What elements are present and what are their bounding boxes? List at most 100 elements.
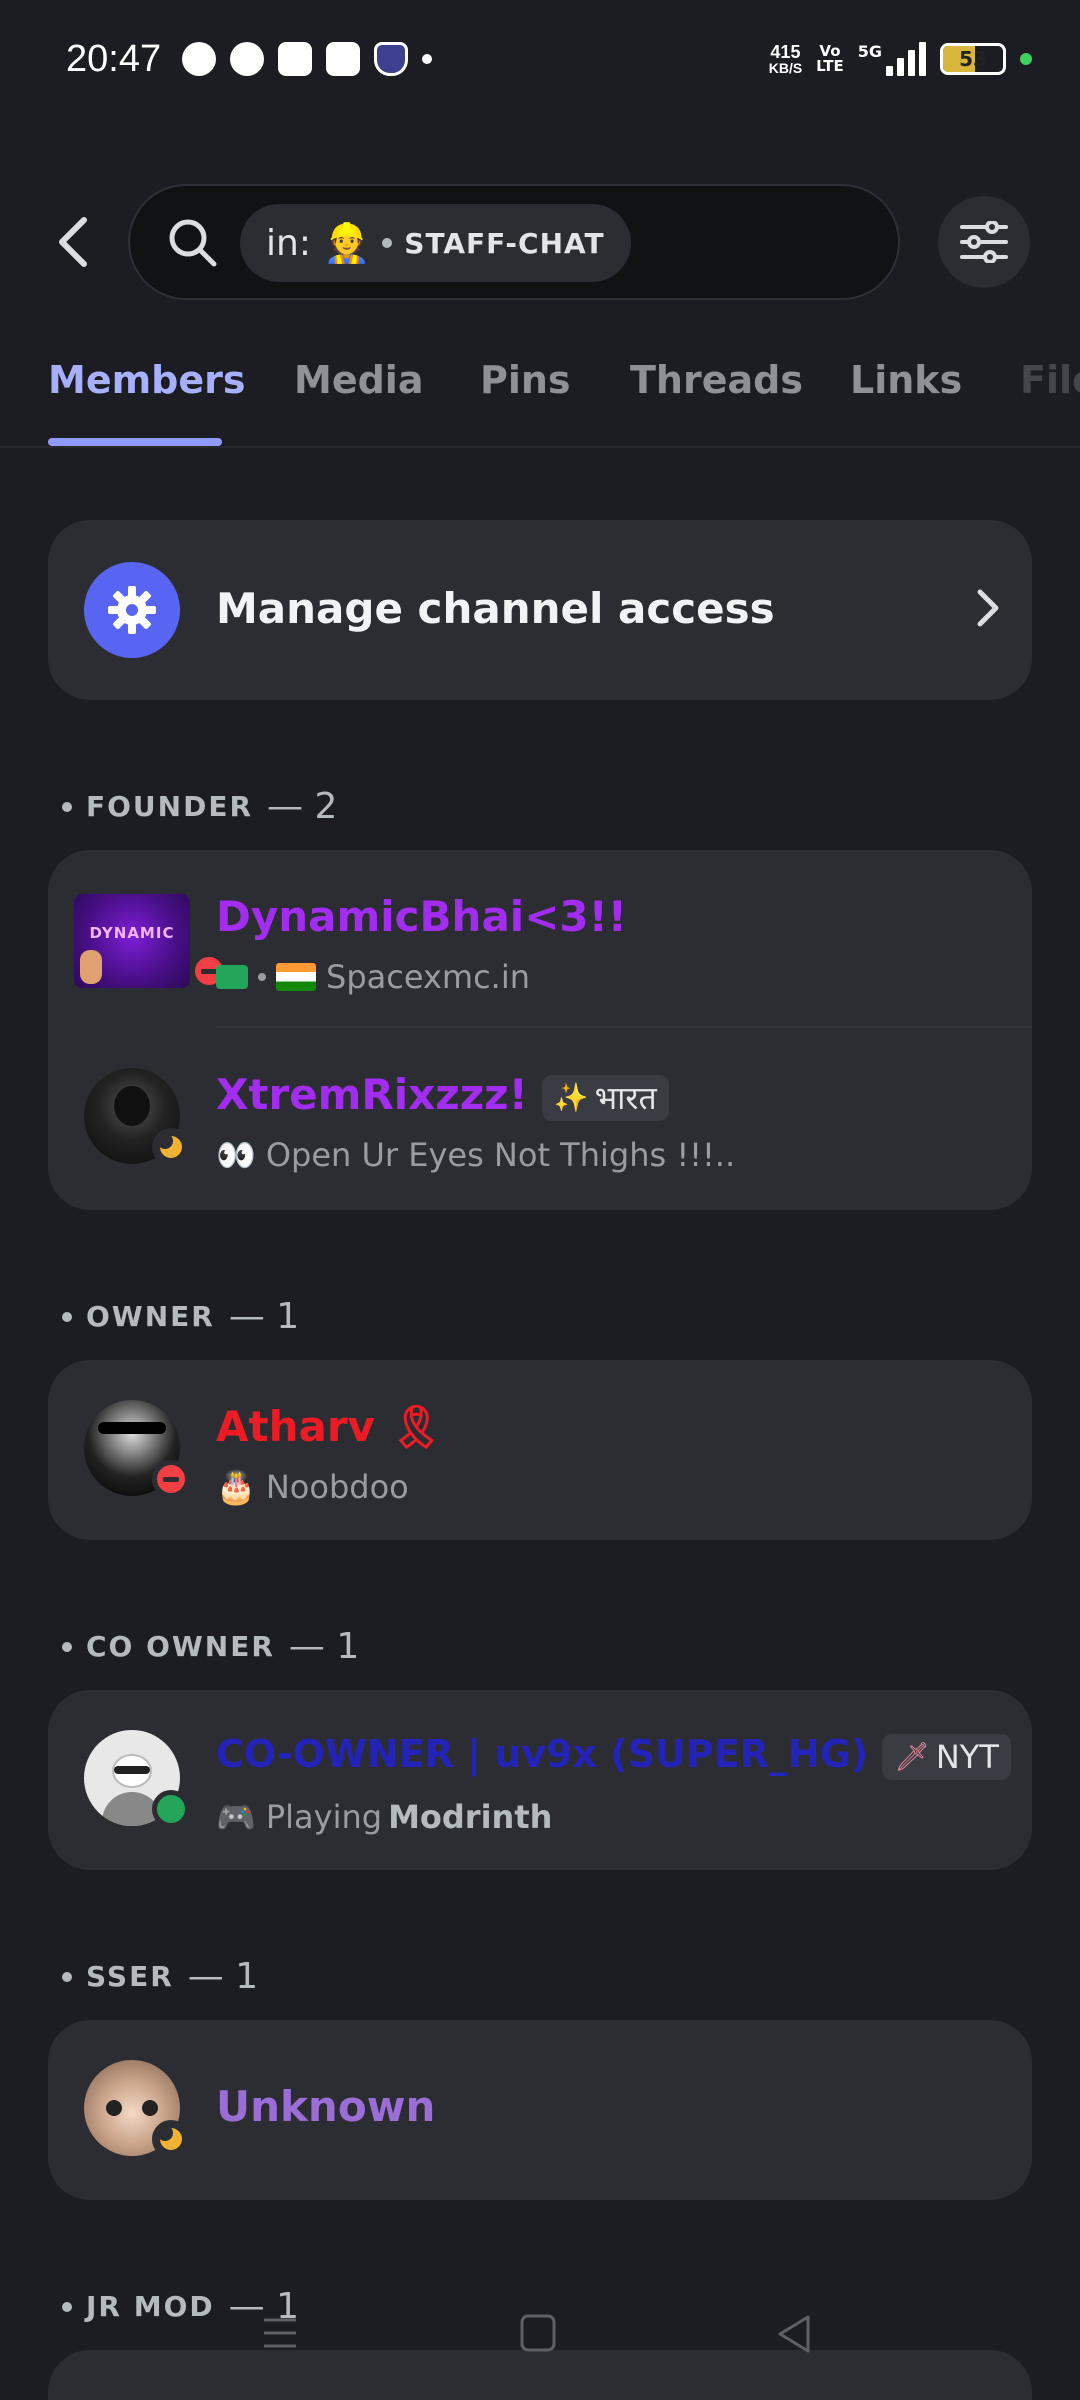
member-row[interactable]: CO-OWNER | uv9x (SUPER_HG) 🗡 NYT 🎮 Playing… xyxy=(48,1690,1032,1866)
gear-icon xyxy=(84,562,180,658)
shopping-bag-icon xyxy=(326,42,360,76)
member-group-co-owner: CO-OWNER | uv9x (SUPER_HG) 🗡 NYT 🎮 Playing… xyxy=(48,1690,1032,1870)
status-idle-icon xyxy=(152,1128,190,1166)
member-row[interactable]: XtremRixzzz! ✨ भारत 👀 Open Ur Eyes Not Thi… xyxy=(48,1028,1032,1204)
member-group-founder: DYNAMIC DynamicBhai<3!! Spacexmc.in Xtre… xyxy=(48,850,1032,1210)
back-button[interactable] xyxy=(52,212,96,272)
section-dot xyxy=(62,1971,72,1982)
active-tab-indicator xyxy=(48,438,222,446)
volte-indicator: Vo LTE xyxy=(816,44,844,74)
gamepad-icon: 🎮 xyxy=(216,1798,256,1836)
tab-threads[interactable]: Threads xyxy=(630,358,803,402)
channel-filter-chip[interactable]: in: 👷 STAFF-CHAT xyxy=(240,204,631,282)
custom-status: Open Ur Eyes Not Thighs !!!.. xyxy=(265,1136,736,1174)
whatsapp-icon xyxy=(182,42,216,76)
manage-channel-access-button[interactable]: Manage channel access xyxy=(48,520,1032,700)
avatar-hat xyxy=(98,1422,166,1434)
avatar-eye-left xyxy=(106,2100,122,2116)
member-row[interactable]: Unknown xyxy=(48,2020,1032,2196)
triangle-back-icon xyxy=(778,2315,810,2353)
filter-settings-button[interactable] xyxy=(938,196,1030,288)
member-name: DynamicBhai<3!! xyxy=(216,892,627,941)
privacy-indicator-dot xyxy=(1020,53,1032,65)
member-name-text: XtremRixzzz! xyxy=(216,1070,528,1119)
section-header-co-owner: CO OWNER — 1 xyxy=(62,1626,359,1667)
member-name: Unknown xyxy=(216,2082,436,2131)
discord-icon xyxy=(278,42,312,76)
tab-links[interactable]: Links xyxy=(850,358,962,402)
status-time: 20:47 xyxy=(66,38,162,80)
section-dot xyxy=(62,801,72,812)
section-count: — 2 xyxy=(267,786,338,827)
network-speed: 415 KB/S xyxy=(769,43,802,75)
chip-channel-name: STAFF-CHAT xyxy=(404,226,605,260)
search-bar[interactable]: in: 👷 STAFF-CHAT xyxy=(128,184,900,300)
member-name: CO-OWNER | uv9x (SUPER_HG) 🗡 NYT xyxy=(216,1732,1011,1780)
shield-app-icon xyxy=(374,42,408,76)
cake-icon: 🎂 xyxy=(216,1468,256,1506)
tab-members[interactable]: Members xyxy=(48,358,246,402)
member-name-text: Atharv xyxy=(216,1402,375,1451)
section-dot xyxy=(62,1311,72,1322)
badge-label: भारत xyxy=(594,1079,657,1117)
status-online-icon xyxy=(152,1790,190,1828)
recent-apps-button[interactable] xyxy=(262,2316,298,2354)
separator-dot xyxy=(258,973,266,981)
section-name: SSER xyxy=(86,1960,174,1993)
status-idle-icon xyxy=(152,2120,190,2158)
notification-icons xyxy=(182,42,432,76)
network-type: 5G xyxy=(857,42,882,61)
status-right: 415 KB/S Vo LTE 5G 53 xyxy=(769,42,1032,76)
member-name: XtremRixzzz! ✨ भारत xyxy=(216,1070,669,1121)
section-name: CO OWNER xyxy=(86,1630,275,1663)
ribbon-icon: 🎗 xyxy=(389,1402,443,1451)
chip-bullet xyxy=(382,238,393,248)
member-group-owner: Atharv 🎗 🎂 Noobdoo xyxy=(48,1360,1032,1540)
messages-icon xyxy=(230,42,264,76)
monitor-icon xyxy=(216,965,248,989)
sliders-icon xyxy=(960,221,1008,263)
chevron-right-icon xyxy=(972,586,1002,634)
chevron-left-icon xyxy=(59,217,87,267)
section-count: — 1 xyxy=(228,1296,300,1337)
sword-icon: 🗡 xyxy=(894,1740,930,1773)
signal-icon: 5G xyxy=(858,42,926,76)
member-name-text: CO-OWNER | uv9x (SUPER_HG) xyxy=(216,1732,869,1776)
member-status-text: 🎂 Noobdoo xyxy=(216,1468,409,1506)
search-icon xyxy=(166,216,220,274)
member-status-text: 👀 Open Ur Eyes Not Thighs !!!.. xyxy=(216,1136,735,1174)
eyes-icon: 👀 xyxy=(216,1136,256,1174)
section-count: — 1 xyxy=(288,1626,360,1667)
search-tabs: Members Media Pins Threads Links Files xyxy=(0,348,1080,448)
square-home-icon xyxy=(520,2314,556,2352)
tab-pins[interactable]: Pins xyxy=(480,358,571,402)
battery-icon: 53 xyxy=(940,43,1006,75)
avatar-glasses xyxy=(114,1766,150,1774)
status-dnd-icon xyxy=(152,1460,190,1498)
battery-level: 53 xyxy=(959,47,987,71)
menu-lines-icon xyxy=(264,2318,296,2348)
custom-status: Noobdoo xyxy=(265,1468,409,1506)
badge-label: NYT xyxy=(935,1737,999,1776)
home-button[interactable] xyxy=(520,2314,556,2356)
section-header-owner: OWNER — 1 xyxy=(62,1296,299,1337)
system-navigation-bar xyxy=(0,2296,1080,2376)
india-flag-icon xyxy=(276,963,316,991)
back-nav-button[interactable] xyxy=(776,2314,812,2358)
member-row[interactable]: DYNAMIC DynamicBhai<3!! Spacexmc.in xyxy=(48,850,1032,1026)
status-bar: 20:47 415 KB/S Vo LTE 5G 53 xyxy=(0,0,1080,120)
member-name: Atharv 🎗 xyxy=(216,1402,443,1452)
chip-in-label: in: xyxy=(266,222,311,264)
member-row[interactable]: Atharv 🎗 🎂 Noobdoo xyxy=(48,1360,1032,1536)
volte-bottom: LTE xyxy=(816,57,844,75)
speed-unit: KB/S xyxy=(768,60,803,76)
member-status-text: Spacexmc.in xyxy=(216,958,530,996)
section-dot xyxy=(62,1641,72,1652)
section-header-founder: FOUNDER — 2 xyxy=(62,786,337,827)
avatar-eye-right xyxy=(142,2100,158,2116)
speed-value: 415 xyxy=(770,42,801,62)
avatar-text: DYNAMIC xyxy=(89,924,175,942)
tab-files[interactable]: Files xyxy=(1020,358,1080,402)
custom-status: Spacexmc.in xyxy=(326,958,530,996)
tab-media[interactable]: Media xyxy=(294,358,423,402)
